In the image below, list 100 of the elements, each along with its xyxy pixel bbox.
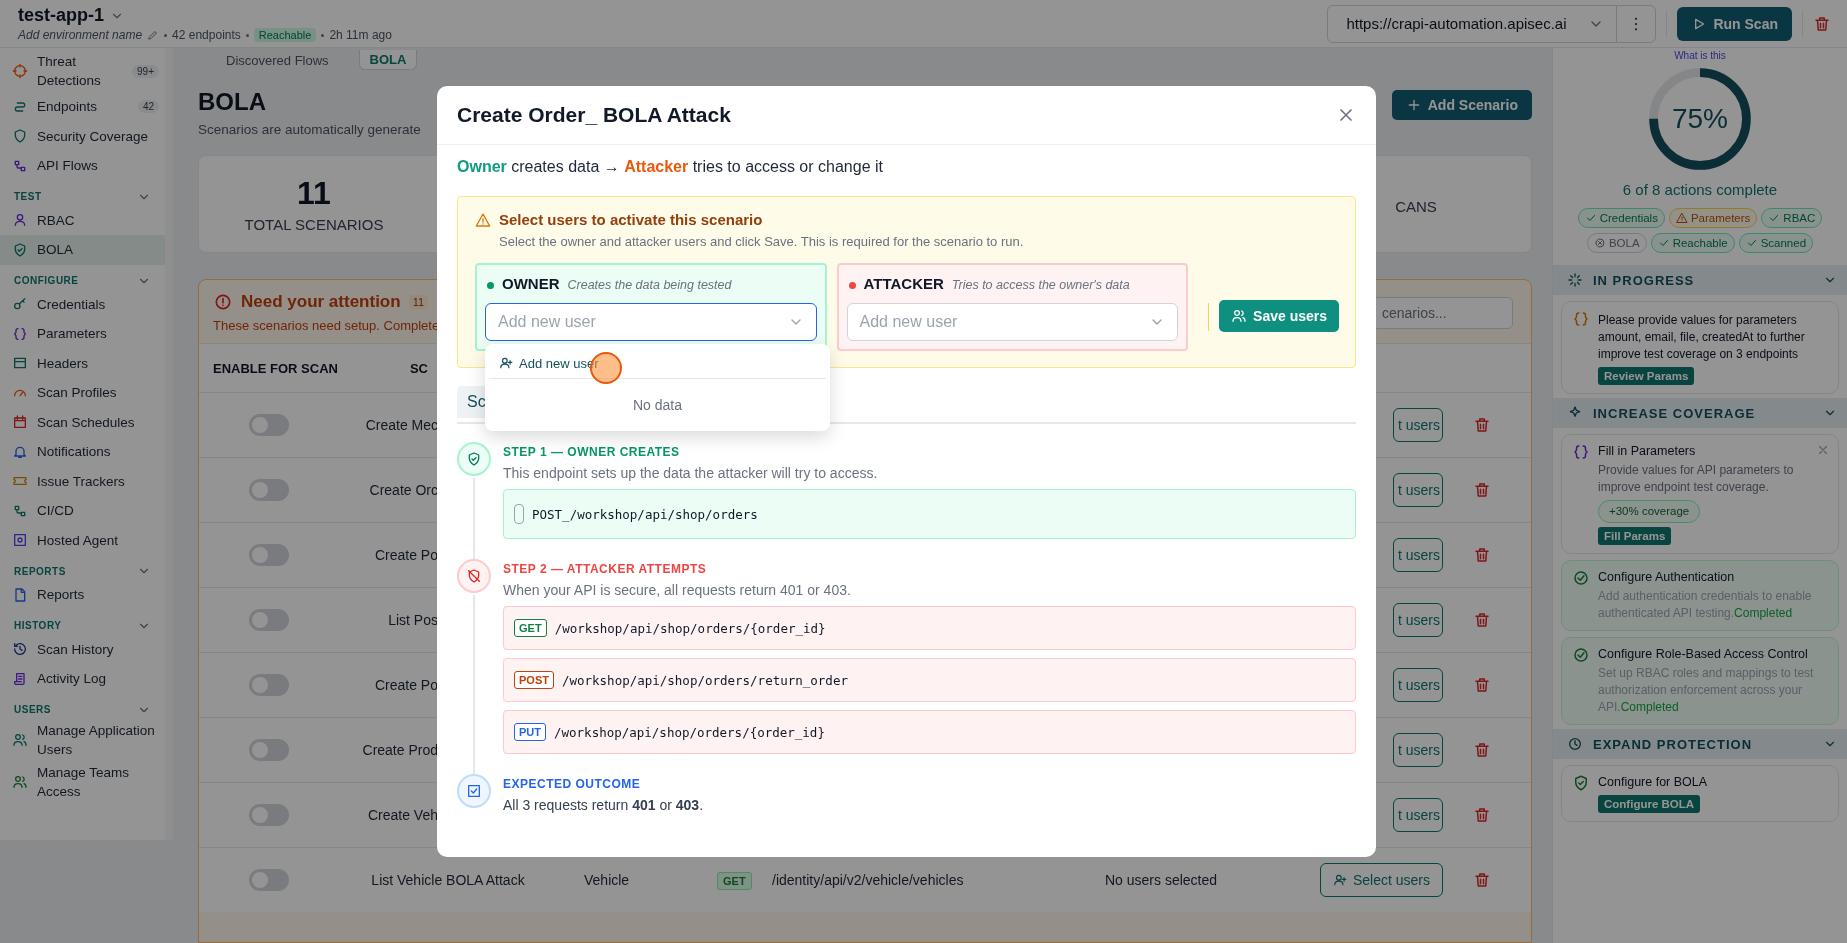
sidebar-item[interactable]: Scan History [0, 634, 165, 664]
select-users-button[interactable]: t users [1393, 538, 1443, 572]
sidebar-item[interactable]: CI/CD [0, 496, 165, 526]
check-icon [1657, 237, 1670, 249]
sidebar-item[interactable]: Security Coverage [0, 121, 165, 151]
scenario-name: Create Prod [362, 742, 438, 758]
search-field[interactable]: cenarios... [1373, 296, 1513, 329]
count-badge: 42 [137, 100, 159, 114]
user-plus-icon[interactable] [1332, 873, 1347, 887]
user-select[interactable]: Add new user [485, 303, 817, 341]
toggle-switch[interactable] [249, 804, 289, 826]
user-select[interactable]: Add new user [846, 303, 1179, 341]
sidebar-item[interactable]: Hosted Agent [0, 525, 165, 555]
select-users-button[interactable]: t users [1393, 798, 1443, 832]
history-icon [12, 641, 28, 658]
select-users-button[interactable]: Select users [1319, 863, 1443, 897]
trash-icon[interactable] [1473, 416, 1491, 434]
card-title: Configure for BOLA [1598, 774, 1709, 791]
trash-icon[interactable] [1813, 14, 1831, 33]
sidebar-item[interactable]: Activity Log [0, 664, 165, 694]
trash-icon[interactable] [1473, 546, 1491, 564]
sidebar-item[interactable]: Headers [0, 348, 165, 378]
toggle-switch[interactable] [249, 479, 289, 501]
tab[interactable]: BOLA [358, 50, 418, 70]
check-circle-icon [1572, 569, 1590, 587]
sidebar-item[interactable]: API Flows [0, 151, 165, 181]
shield-check-icon [457, 442, 491, 476]
card-title: Configure Role-Based Access Control [1598, 646, 1809, 663]
user-plus-icon[interactable] [499, 356, 513, 370]
trash-icon[interactable] [1473, 741, 1491, 759]
scenario-name: Create Veh [367, 807, 438, 823]
trash-icon[interactable] [1473, 481, 1491, 499]
status-chip: Reachable [1650, 233, 1735, 253]
close-icon[interactable] [1816, 443, 1830, 457]
empty-message: No data [631, 396, 683, 415]
trash-icon[interactable] [1473, 611, 1491, 629]
scenario-name: List Pos [388, 612, 438, 628]
endpoint-path: /identity/api/v2/vehicle/vehicles [772, 872, 964, 888]
tab[interactable]: Discovered Flows [216, 51, 339, 70]
shield-check-icon [12, 241, 28, 258]
scenario-name: Create Po [374, 547, 438, 563]
sidebar-item[interactable]: Manage Teams Access [0, 760, 165, 803]
users-icon[interactable] [1231, 308, 1248, 324]
select-users-button[interactable]: t users [1393, 603, 1443, 637]
target-icon [12, 63, 28, 79]
select-users-button[interactable]: t users [1393, 408, 1443, 442]
section-heading: USERS [14, 704, 51, 715]
endpoint-count: 42 endpoints [172, 28, 241, 42]
sidebar-item[interactable]: BOLA [0, 235, 165, 265]
toggle-switch[interactable] [249, 609, 289, 631]
sidebar-item[interactable]: Parameters [0, 319, 165, 349]
sidebar-item[interactable]: Endpoints 42 [0, 92, 165, 122]
card-button[interactable]: Fill Params [1598, 527, 1672, 545]
app-name[interactable]: test-app-1 [18, 5, 104, 26]
clock-icon [1567, 736, 1583, 752]
toggle-switch[interactable] [249, 869, 289, 891]
run-scan-button[interactable]: Run Scan [1677, 6, 1792, 41]
card-button[interactable]: Review Params [1598, 367, 1695, 385]
select-users-button[interactable]: t users [1393, 733, 1443, 767]
attention-title: Need your attention [241, 292, 401, 312]
sidebar-item[interactable]: Manage Application Users [0, 718, 165, 761]
trash-icon[interactable] [1473, 871, 1491, 889]
check-circle-icon [1572, 646, 1590, 664]
sidebar-item[interactable]: Credentials [0, 289, 165, 319]
sidebar-item[interactable]: Threat Detections 99+ [0, 50, 165, 92]
sidebar-item[interactable]: Reports [0, 580, 165, 610]
endpoint-path: /workshop/api/shop/orders/{order_id} [554, 620, 826, 636]
toggle-switch[interactable] [249, 739, 289, 761]
environment-name-placeholder[interactable]: Add environment name [18, 28, 143, 42]
sidebar-item[interactable]: RBAC [0, 205, 165, 235]
sidebar-item[interactable]: Scan Profiles [0, 378, 165, 408]
select-users-button[interactable]: t users [1393, 668, 1443, 702]
help-link[interactable]: What is this [1553, 50, 1847, 61]
page-subtitle: Scenarios are automatically generate [198, 122, 421, 137]
progress-percent: 75% [1670, 103, 1729, 135]
section-header[interactable]: EXPAND PROTECTION [1553, 729, 1847, 759]
card-button[interactable]: Configure BOLA [1598, 795, 1701, 813]
card-title: Configure Authentication [1598, 569, 1736, 586]
trash-icon[interactable] [1473, 676, 1491, 694]
status-chip: Scanned [1738, 233, 1814, 253]
calendar-icon [12, 414, 28, 431]
toggle-switch[interactable] [249, 544, 289, 566]
section-header[interactable]: IN PROGRESS [1553, 265, 1847, 295]
method-badge: POST [514, 671, 554, 689]
section-heading: HISTORY [14, 620, 62, 631]
toggle-switch[interactable] [249, 414, 289, 436]
trash-icon[interactable] [1473, 806, 1491, 824]
endpoint-path: /workshop/api/shop/orders/{order_id} [554, 724, 825, 740]
status-chip: Credentials [1577, 208, 1665, 228]
sidebar-item[interactable]: Issue Trackers [0, 466, 165, 496]
pencil-icon[interactable] [147, 29, 160, 41]
save-users-button[interactable]: Save users [1219, 300, 1339, 332]
users-status: No users selected [1105, 872, 1218, 888]
sidebar-item[interactable]: Scan Schedules [0, 407, 165, 437]
section-header[interactable]: INCREASE COVERAGE [1553, 398, 1847, 428]
select-users-button[interactable]: t users [1393, 473, 1443, 507]
sidebar-item[interactable]: Notifications [0, 437, 165, 467]
add-scenario-button[interactable]: Add Scenario [1391, 90, 1532, 120]
toggle-switch[interactable] [249, 674, 289, 696]
column-header: ENABLE FOR SCAN [213, 360, 338, 376]
